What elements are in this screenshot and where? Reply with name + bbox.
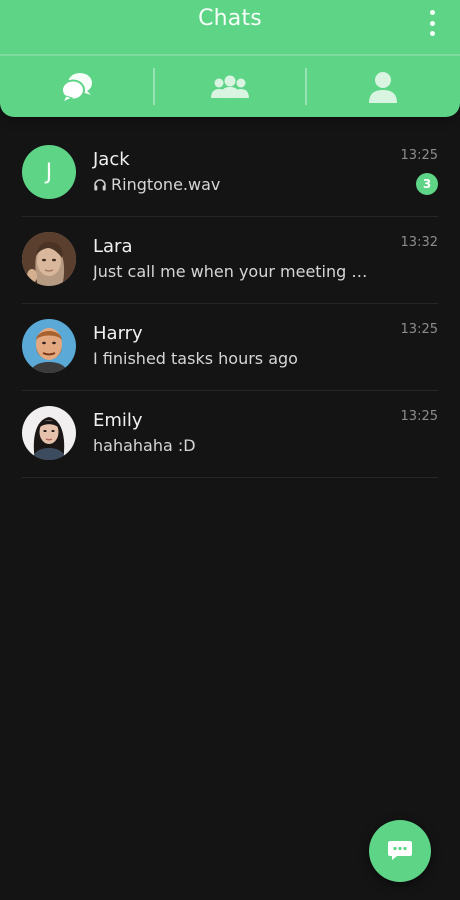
timestamp: 13:25 bbox=[400, 409, 438, 424]
contact-name: Jack bbox=[93, 149, 130, 170]
message-preview-text: Ringtone.wav bbox=[111, 175, 221, 194]
new-message-icon bbox=[388, 841, 412, 860]
message-preview-text: hahahaha :D bbox=[93, 436, 196, 455]
message-preview-text: Just call me when your meeting fin... bbox=[93, 262, 375, 281]
timestamp: 13:32 bbox=[400, 235, 438, 250]
avatar bbox=[22, 319, 76, 373]
timestamp: 13:25 bbox=[400, 148, 438, 163]
unread-badge: 3 bbox=[416, 173, 438, 195]
message-preview: Ringtone.wav bbox=[93, 175, 375, 194]
message-preview-text: I finished tasks hours ago bbox=[93, 349, 298, 368]
menu-dot bbox=[429, 31, 435, 36]
message-preview: Just call me when your meeting fin... bbox=[93, 262, 375, 281]
tab-contacts[interactable] bbox=[307, 56, 460, 117]
timestamp: 13:25 bbox=[400, 322, 438, 337]
chat-item-jack[interactable]: J Jack Ringtone.wav 13:25 3 bbox=[22, 130, 438, 217]
chat-item-lara[interactable]: Lara Just call me when your meeting fin.… bbox=[22, 217, 438, 304]
avatar bbox=[22, 232, 76, 286]
message-preview: I finished tasks hours ago bbox=[93, 349, 375, 368]
message-preview: hahahaha :D bbox=[93, 436, 375, 455]
chat-list: J Jack Ringtone.wav 13:25 3 Lara Just ca… bbox=[0, 130, 460, 478]
tab-chats[interactable] bbox=[0, 56, 153, 117]
contact-name: Emily bbox=[93, 410, 143, 431]
kebab-menu-icon[interactable] bbox=[424, 10, 440, 36]
app-header: Chats bbox=[0, 0, 460, 117]
headphones-icon bbox=[93, 178, 107, 192]
group-icon bbox=[210, 75, 249, 98]
avatar bbox=[22, 406, 76, 460]
contact-name: Harry bbox=[93, 323, 143, 344]
page-title: Chats bbox=[198, 6, 262, 31]
chat-item-emily[interactable]: Emily hahahaha :D 13:25 bbox=[22, 391, 438, 478]
tab-separator bbox=[153, 68, 156, 105]
tab-bar bbox=[0, 56, 460, 117]
chat-item-harry[interactable]: Harry I finished tasks hours ago 13:25 bbox=[22, 304, 438, 391]
chat-bubbles-icon bbox=[60, 72, 92, 103]
new-message-button[interactable] bbox=[369, 820, 431, 882]
contact-name: Lara bbox=[93, 236, 133, 257]
menu-dot bbox=[429, 20, 435, 26]
tab-groups[interactable] bbox=[153, 56, 307, 117]
person-icon bbox=[369, 71, 398, 103]
menu-dot bbox=[429, 10, 435, 15]
avatar: J bbox=[22, 145, 76, 199]
